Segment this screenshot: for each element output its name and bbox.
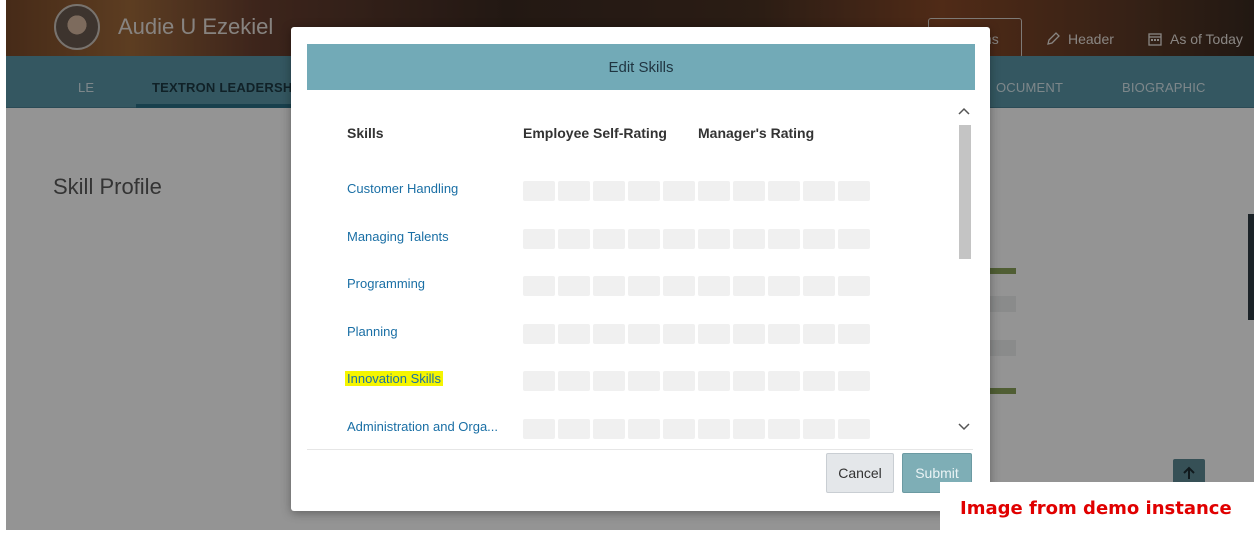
skill-name-link[interactable]: Planning bbox=[347, 324, 398, 339]
manager-rating-box[interactable] bbox=[768, 324, 800, 344]
manager-rating-box[interactable] bbox=[838, 181, 870, 201]
self-rating-box[interactable] bbox=[523, 371, 555, 391]
self-rating-box[interactable] bbox=[628, 371, 660, 391]
self-rating-box[interactable] bbox=[628, 181, 660, 201]
manager-rating-box[interactable] bbox=[733, 276, 765, 296]
self-rating-box[interactable] bbox=[523, 419, 555, 439]
manager-rating-box[interactable] bbox=[698, 371, 730, 391]
manager-rating-box[interactable] bbox=[733, 419, 765, 439]
manager-rating-box[interactable] bbox=[838, 324, 870, 344]
skill-row: Planning bbox=[347, 324, 947, 348]
manager-rating-box[interactable] bbox=[803, 371, 835, 391]
manager-rating-box[interactable] bbox=[803, 419, 835, 439]
manager-rating-box[interactable] bbox=[768, 181, 800, 201]
self-rating-box[interactable] bbox=[558, 324, 590, 344]
skill-name-link[interactable]: Customer Handling bbox=[347, 181, 458, 196]
self-rating-box[interactable] bbox=[523, 324, 555, 344]
scroll-up-button[interactable] bbox=[957, 103, 971, 119]
dialog-header: Edit Skills bbox=[307, 44, 975, 90]
manager-rating-box[interactable] bbox=[698, 181, 730, 201]
self-rating-box[interactable] bbox=[663, 181, 695, 201]
self-rating-box[interactable] bbox=[663, 419, 695, 439]
skill-name-link[interactable]: Managing Talents bbox=[347, 229, 449, 244]
self-rating-box[interactable] bbox=[628, 324, 660, 344]
self-rating-box[interactable] bbox=[523, 229, 555, 249]
manager-rating-box[interactable] bbox=[733, 229, 765, 249]
self-rating-box[interactable] bbox=[628, 419, 660, 439]
dialog-title: Edit Skills bbox=[608, 58, 674, 76]
dialog-scrollbar[interactable] bbox=[957, 103, 971, 435]
skills-column-header: Skills bbox=[347, 125, 384, 141]
self-rating-box[interactable] bbox=[558, 371, 590, 391]
dialog-footer-divider bbox=[307, 449, 973, 450]
manager-rating-box[interactable] bbox=[768, 229, 800, 249]
skill-row: Customer Handling bbox=[347, 181, 947, 205]
screenshot-stage: Audie U Ezekiel ns Header As of Today LE… bbox=[0, 0, 1254, 536]
manager-rating-box[interactable] bbox=[803, 229, 835, 249]
self-rating-box[interactable] bbox=[558, 419, 590, 439]
manager-rating-box[interactable] bbox=[698, 229, 730, 249]
self-rating-column-header: Employee Self-Rating bbox=[523, 125, 667, 141]
manager-rating-box[interactable] bbox=[838, 276, 870, 296]
self-rating-box[interactable] bbox=[663, 276, 695, 296]
caption-box: Image from demo instance bbox=[940, 482, 1254, 532]
skill-row: Programming bbox=[347, 276, 947, 300]
manager-rating-column-header: Manager's Rating bbox=[698, 125, 815, 141]
manager-rating-box[interactable] bbox=[733, 181, 765, 201]
manager-rating-box[interactable] bbox=[768, 371, 800, 391]
manager-rating-box[interactable] bbox=[838, 419, 870, 439]
caption-text: Image from demo instance bbox=[960, 498, 1232, 519]
self-rating-box[interactable] bbox=[523, 181, 555, 201]
manager-rating-box[interactable] bbox=[803, 181, 835, 201]
manager-rating-box[interactable] bbox=[838, 229, 870, 249]
chevron-up-icon bbox=[958, 107, 970, 115]
self-rating-box[interactable] bbox=[628, 229, 660, 249]
self-rating-box[interactable] bbox=[628, 276, 660, 296]
cancel-button[interactable]: Cancel bbox=[826, 453, 894, 493]
self-rating-box[interactable] bbox=[663, 324, 695, 344]
manager-rating-box[interactable] bbox=[733, 324, 765, 344]
manager-rating-box[interactable] bbox=[768, 419, 800, 439]
self-rating-box[interactable] bbox=[593, 181, 625, 201]
self-rating-box[interactable] bbox=[593, 276, 625, 296]
skill-name-link[interactable]: Administration and Orga... bbox=[347, 419, 498, 434]
skill-row: Innovation Skills bbox=[345, 371, 947, 395]
self-rating-box[interactable] bbox=[593, 371, 625, 391]
scroll-down-button[interactable] bbox=[957, 419, 971, 435]
manager-rating-box[interactable] bbox=[733, 371, 765, 391]
self-rating-box[interactable] bbox=[558, 181, 590, 201]
skill-row: Administration and Orga... bbox=[347, 419, 947, 443]
self-rating-box[interactable] bbox=[663, 371, 695, 391]
self-rating-box[interactable] bbox=[663, 229, 695, 249]
edit-skills-dialog: Edit Skills Skills Employee Self-Rating … bbox=[291, 27, 990, 511]
self-rating-box[interactable] bbox=[558, 229, 590, 249]
skill-name-link[interactable]: Innovation Skills bbox=[345, 371, 443, 386]
manager-rating-box[interactable] bbox=[768, 276, 800, 296]
chevron-down-icon bbox=[958, 423, 970, 431]
self-rating-box[interactable] bbox=[523, 276, 555, 296]
self-rating-box[interactable] bbox=[593, 419, 625, 439]
manager-rating-box[interactable] bbox=[698, 276, 730, 296]
manager-rating-box[interactable] bbox=[803, 324, 835, 344]
skill-name-link[interactable]: Programming bbox=[347, 276, 425, 291]
scroll-thumb[interactable] bbox=[959, 125, 971, 259]
self-rating-box[interactable] bbox=[593, 229, 625, 249]
self-rating-box[interactable] bbox=[558, 276, 590, 296]
self-rating-box[interactable] bbox=[593, 324, 625, 344]
skill-row: Managing Talents bbox=[347, 229, 947, 253]
manager-rating-box[interactable] bbox=[698, 324, 730, 344]
manager-rating-box[interactable] bbox=[698, 419, 730, 439]
manager-rating-box[interactable] bbox=[803, 276, 835, 296]
manager-rating-box[interactable] bbox=[838, 371, 870, 391]
